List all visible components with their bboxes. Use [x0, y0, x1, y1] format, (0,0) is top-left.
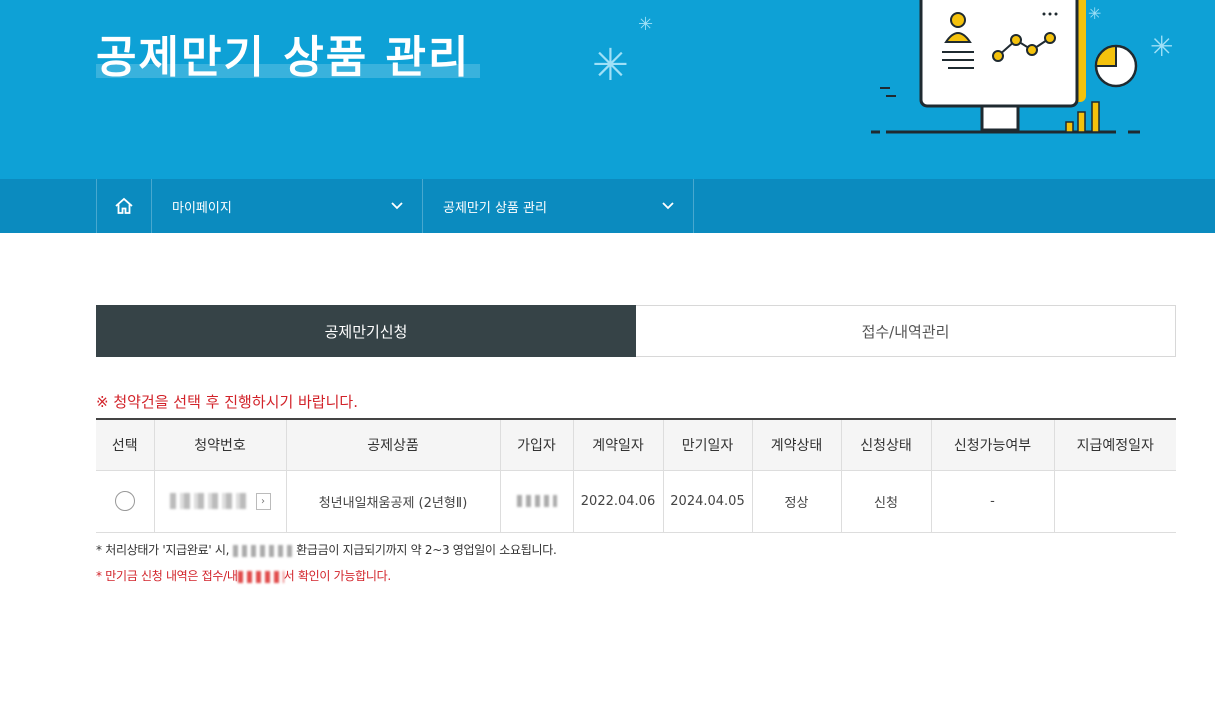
column-header: 청약번호	[153, 418, 286, 471]
hero-banner: 공제만기 상품 관리 ✳ ✳ ✳ ✳	[0, 0, 1215, 179]
contract-date-cell: 2022.04.06	[572, 470, 663, 533]
subscriber-cell	[499, 470, 573, 533]
column-header: 계약상태	[751, 418, 841, 471]
note-text: 서 확인이 가능합니다.	[283, 569, 392, 583]
column-header: 신청가능여부	[930, 418, 1054, 471]
chevron-down-icon	[391, 202, 403, 210]
note-text: * 만기금 신청 내역은 접수/내	[96, 569, 238, 583]
home-button[interactable]	[96, 179, 152, 233]
column-header: 지급예정일자	[1053, 418, 1176, 471]
masked-subscriber	[516, 495, 557, 507]
breadcrumb-item-maturity[interactable]: 공제만기 상품 관리	[423, 179, 694, 233]
contract-table: 선택 청약번호 공제상품 가입자 계약일자 만기일자 계약상태 신청상태 신청가…	[96, 418, 1176, 533]
table-header-row: 선택 청약번호 공제상품 가입자 계약일자 만기일자 계약상태 신청상태 신청가…	[96, 418, 1176, 471]
breadcrumb-label: 공제만기 상품 관리	[443, 200, 547, 216]
column-header: 신청상태	[840, 418, 931, 471]
table-row: › 청년내일채움공제 (2년형Ⅱ) 2022.04.06 2024.04.05 …	[96, 470, 1176, 533]
column-header: 계약일자	[572, 418, 663, 471]
tab-receipt-history[interactable]: 접수/내역관리	[636, 305, 1176, 357]
page-title: 공제만기 상품 관리	[96, 32, 471, 83]
selection-notice: ※ 청약건을 선택 후 진행하시기 바랍니다.	[96, 393, 358, 411]
note-text: 환급금이 지급되기까지 약 2~3 영업일이 소요됩니다.	[292, 543, 557, 557]
sparkle-icon: ✳	[638, 14, 654, 35]
apply-possible-cell: -	[930, 470, 1054, 533]
breadcrumb-item-mypage[interactable]: 마이페이지	[152, 179, 423, 233]
chevron-down-icon	[662, 202, 674, 210]
masked-contract-number	[169, 493, 250, 509]
detail-arrow-button[interactable]: ›	[255, 492, 271, 510]
pay-date-cell	[1053, 470, 1176, 533]
column-header: 가입자	[499, 418, 573, 471]
select-radio[interactable]	[114, 491, 135, 511]
processing-note: * 처리상태가 '지급완료' 시, 환급금이 지급되기까지 약 2~3 영업일이…	[96, 541, 557, 558]
sparkle-icon: ✳	[592, 40, 629, 91]
masked-text	[237, 570, 284, 583]
column-header: 선택	[96, 418, 154, 471]
contract-status-cell: 정상	[751, 470, 841, 533]
note-text: * 처리상태가 '지급완료' 시,	[96, 543, 233, 557]
select-cell	[96, 470, 154, 533]
product-cell: 청년내일채움공제 (2년형Ⅱ)	[285, 470, 500, 533]
computer-chart-illustration	[871, 0, 1140, 134]
home-icon	[115, 197, 133, 214]
column-header: 공제상품	[285, 418, 500, 471]
history-note: * 만기금 신청 내역은 접수/내 서 확인이 가능합니다.	[96, 567, 391, 584]
breadcrumb: 마이페이지 공제만기 상품 관리	[0, 179, 1215, 233]
tab-maturity-apply[interactable]: 공제만기신청	[96, 305, 636, 357]
breadcrumb-label: 마이페이지	[172, 200, 232, 216]
apply-status-cell: 신청	[840, 470, 931, 533]
tab-bar: 공제만기신청 접수/내역관리	[96, 305, 1176, 357]
contract-no-cell: ›	[153, 470, 286, 533]
masked-text	[232, 544, 293, 557]
maturity-date-cell: 2024.04.05	[662, 470, 752, 533]
column-header: 만기일자	[662, 418, 752, 471]
